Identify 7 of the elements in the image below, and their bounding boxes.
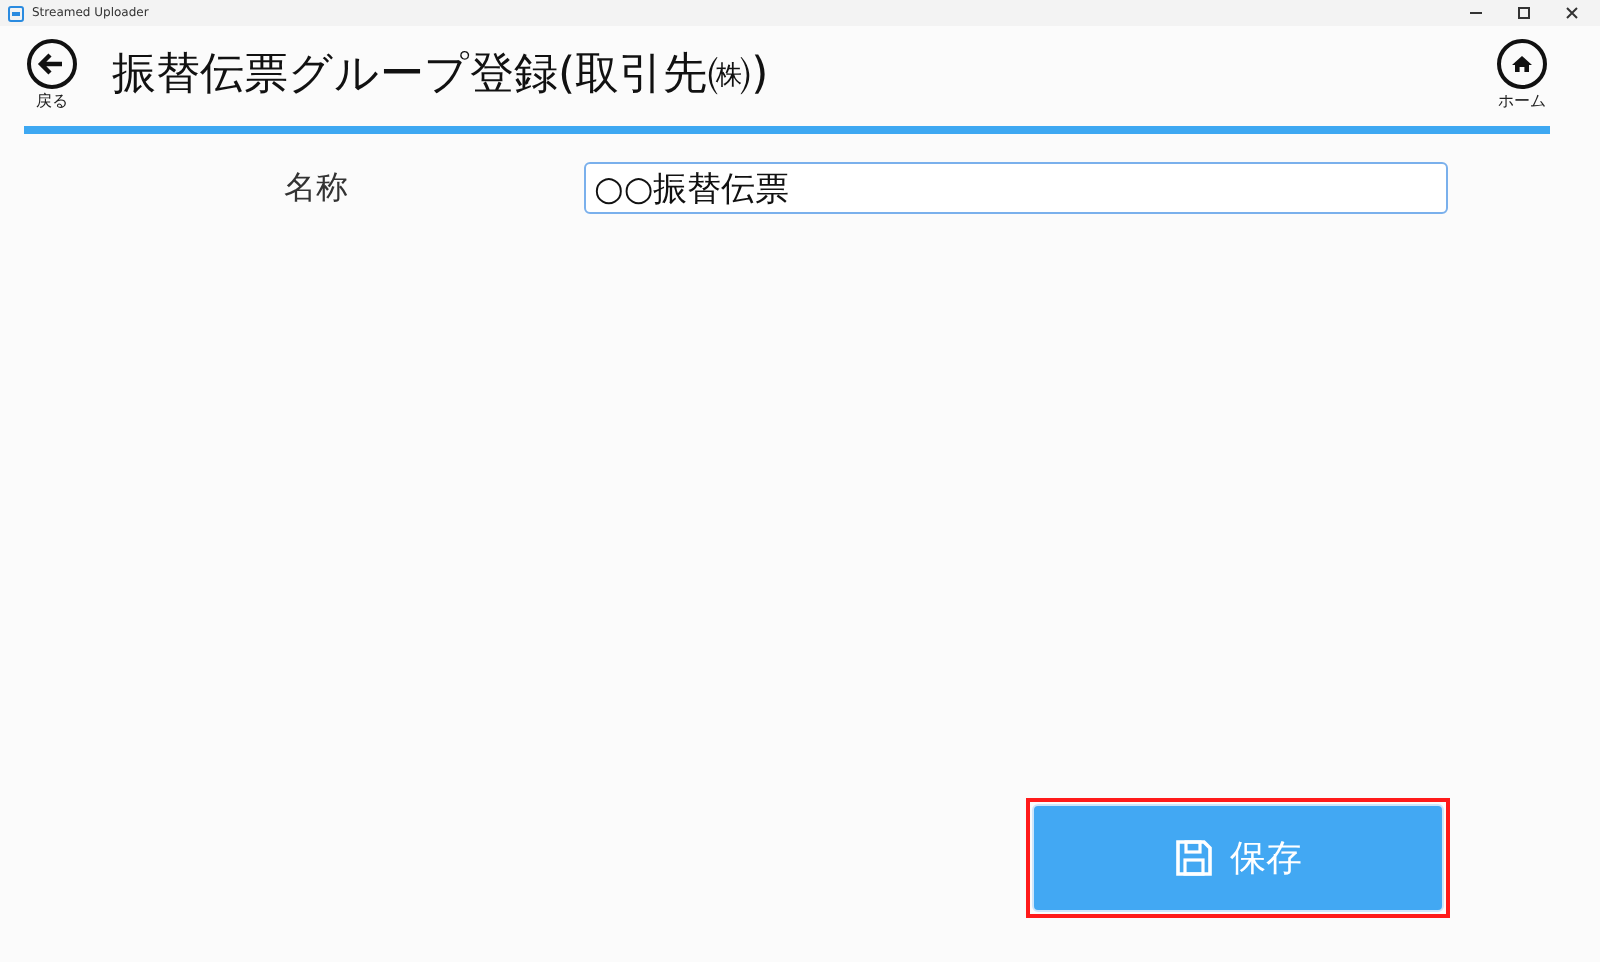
name-input[interactable]: ○○振替伝票 — [584, 162, 1448, 214]
home-icon — [1496, 37, 1548, 89]
app-icon — [8, 5, 24, 21]
page-title: 振替伝票グループ登録(取引先㈱) — [112, 48, 771, 104]
field-label: 名称 — [282, 167, 350, 209]
back-button[interactable]: 戻る — [24, 37, 80, 111]
home-button[interactable]: ホーム — [1494, 37, 1550, 111]
